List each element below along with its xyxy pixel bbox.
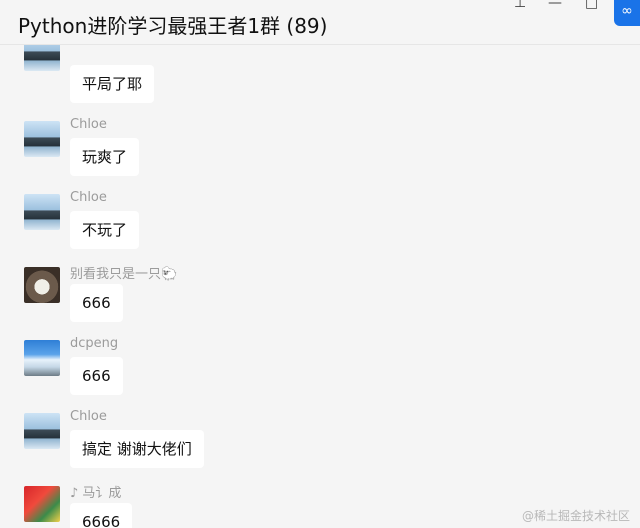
sender-name[interactable]: 别看我只是一只🐑 — [70, 263, 177, 282]
title-bar: Python进阶学习最强王者1群 (89) ⊥ — □ ∞ — [0, 0, 640, 45]
avatar[interactable] — [24, 413, 60, 449]
maximize-button[interactable]: □ — [585, 0, 598, 10]
message-bubble[interactable]: 玩爽了 — [70, 138, 140, 176]
avatar[interactable] — [24, 45, 60, 71]
message-bubble[interactable]: 666 — [70, 284, 123, 322]
avatar[interactable] — [24, 486, 60, 522]
avatar[interactable] — [24, 340, 60, 376]
avatar[interactable] — [24, 194, 60, 230]
message-bubble[interactable]: 不玩了 — [70, 211, 140, 249]
message-list[interactable]: 平局了耶 Chloe 玩爽了 Chloe 不玩了 别看我只是一只🐑 666 dc… — [0, 45, 640, 528]
sender-name[interactable]: Chloe — [70, 117, 107, 132]
message-bubble[interactable]: 6666 — [70, 503, 133, 528]
minimize-button[interactable]: — — [548, 0, 562, 10]
avatar[interactable] — [24, 267, 60, 303]
chat-title: Python进阶学习最强王者1群 (89) — [18, 14, 328, 38]
message-bubble[interactable]: 平局了耶 — [70, 65, 155, 103]
pin-icon[interactable]: ⊥ — [514, 0, 526, 10]
sender-name[interactable]: Chloe — [70, 409, 107, 424]
sender-name[interactable]: Chloe — [70, 190, 107, 205]
sender-name[interactable]: dcpeng — [70, 336, 118, 351]
avatar[interactable] — [24, 121, 60, 157]
message-bubble[interactable]: 搞定 谢谢大佬们 — [70, 430, 204, 468]
link-icon[interactable]: ∞ — [614, 0, 640, 26]
watermark: @稀土掘金技术社区 — [521, 509, 630, 523]
sender-name[interactable]: ♪ 马讠成 — [70, 482, 121, 501]
message-bubble[interactable]: 666 — [70, 357, 123, 395]
